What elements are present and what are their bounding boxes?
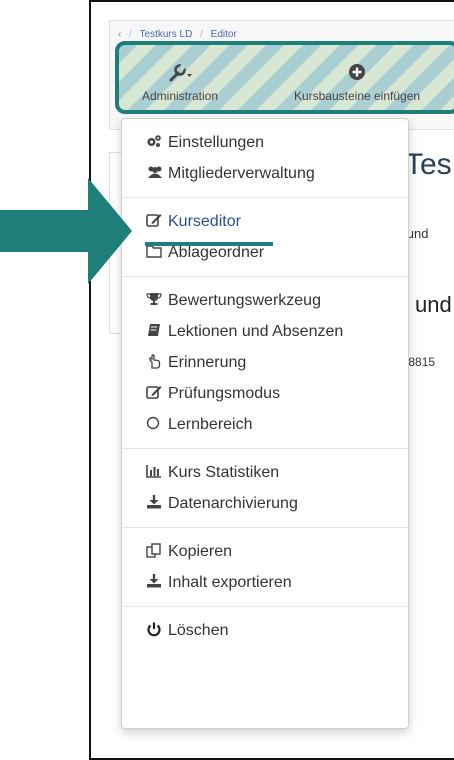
breadcrumb-editor[interactable]: Editor <box>211 29 237 40</box>
menu-item-kopieren[interactable]: Kopieren <box>122 536 408 567</box>
book-icon <box>146 323 168 340</box>
menu-item-label: Prüfungsmodus <box>168 384 281 402</box>
menu-item-inhalt-exportieren[interactable]: Inhalt exportieren <box>122 567 408 598</box>
trophy-icon <box>146 292 168 309</box>
pointer-arrow <box>0 178 132 284</box>
menu-item-lektionen-und-absenzen[interactable]: Lektionen und Absenzen <box>122 316 408 347</box>
cogs-icon <box>146 134 168 151</box>
menu-item-label: Inhalt exportieren <box>168 573 292 591</box>
menu-group: Einstellungen Mitgliederverwaltung <box>122 119 408 198</box>
menu-item-label: Kurs Statistiken <box>168 463 280 481</box>
menu-item-prüfungsmodus[interactable]: Prüfungsmodus <box>122 378 408 409</box>
course-title: Tes <box>405 148 452 181</box>
menu-item-löschen[interactable]: Löschen <box>122 615 408 646</box>
menu-item-mitgliederverwaltung[interactable]: Mitgliederverwaltung <box>122 158 408 189</box>
administration-dropdown-menu: Einstellungen Mitgliederverwaltung Kursedi… <box>121 118 409 729</box>
menu-item-label: Einstellungen <box>168 133 265 151</box>
download-icon <box>146 495 168 512</box>
insert-course-element-button[interactable]: Kursbausteine einfügen <box>267 63 447 103</box>
breadcrumb-separator: / <box>129 29 132 40</box>
course-subheading: l und <box>404 292 452 317</box>
insert-label: Kursbausteine einfügen <box>293 89 421 103</box>
breadcrumb: ‹ / Testkurs LD / Editor <box>118 29 237 41</box>
menu-item-label: Mitgliederverwaltung <box>168 164 315 182</box>
wrench-icon <box>127 63 233 89</box>
administration-label: Administration <box>141 89 219 103</box>
download-icon <box>146 574 168 591</box>
menu-item-erinnerung[interactable]: Erinnerung <box>122 347 408 378</box>
menu-group: Löschen <box>122 607 408 654</box>
bar-chart-icon <box>146 464 168 481</box>
menu-group: Kopieren Inhalt exportieren <box>122 528 408 607</box>
menu-item-bewertungswerkzeug[interactable]: Bewertungswerkzeug <box>122 285 408 316</box>
highlight-underline <box>145 242 273 246</box>
breadcrumb-course[interactable]: Testkurs LD <box>140 29 193 40</box>
toolbar-highlight: Administration Kursbausteine einfügen <box>115 41 454 114</box>
menu-item-label: Kurseditor <box>168 212 241 230</box>
plus-circle-icon <box>267 63 447 89</box>
circle-icon <box>146 416 168 433</box>
menu-item-einstellungen[interactable]: Einstellungen <box>122 127 408 158</box>
back-chevron-icon[interactable]: ‹ <box>118 29 121 40</box>
menu-group: Kurs Statistiken Datenarchivierung <box>122 449 408 528</box>
menu-group: Bewertungswerkzeug Lektionen und Absenzen… <box>122 277 408 449</box>
menu-item-label: Ablageordner <box>168 243 265 261</box>
menu-group: Kurseditor Ablageordner <box>122 198 408 277</box>
menu-item-label: Bewertungswerkzeug <box>168 291 321 309</box>
administration-button[interactable]: Administration <box>127 63 233 103</box>
menu-item-label: Erinnerung <box>168 353 247 371</box>
menu-item-datenarchivierung[interactable]: Datenarchivierung <box>122 488 408 519</box>
menu-item-label: Kopieren <box>168 542 233 560</box>
hand-icon <box>146 353 168 372</box>
copy-icon <box>146 542 168 561</box>
menu-item-kurseditor[interactable]: Kurseditor <box>122 206 408 237</box>
menu-item-lernbereich[interactable]: Lernbereich <box>122 409 408 440</box>
power-icon <box>146 622 168 640</box>
menu-item-kurs-statistiken[interactable]: Kurs Statistiken <box>122 457 408 488</box>
breadcrumb-separator: / <box>200 29 203 40</box>
menu-item-label: Lektionen und Absenzen <box>168 322 344 340</box>
edit-icon <box>146 385 168 402</box>
menu-item-label: Löschen <box>168 621 229 639</box>
menu-item-label: Datenarchivierung <box>168 494 298 512</box>
menu-item-label: Lernbereich <box>168 415 253 433</box>
